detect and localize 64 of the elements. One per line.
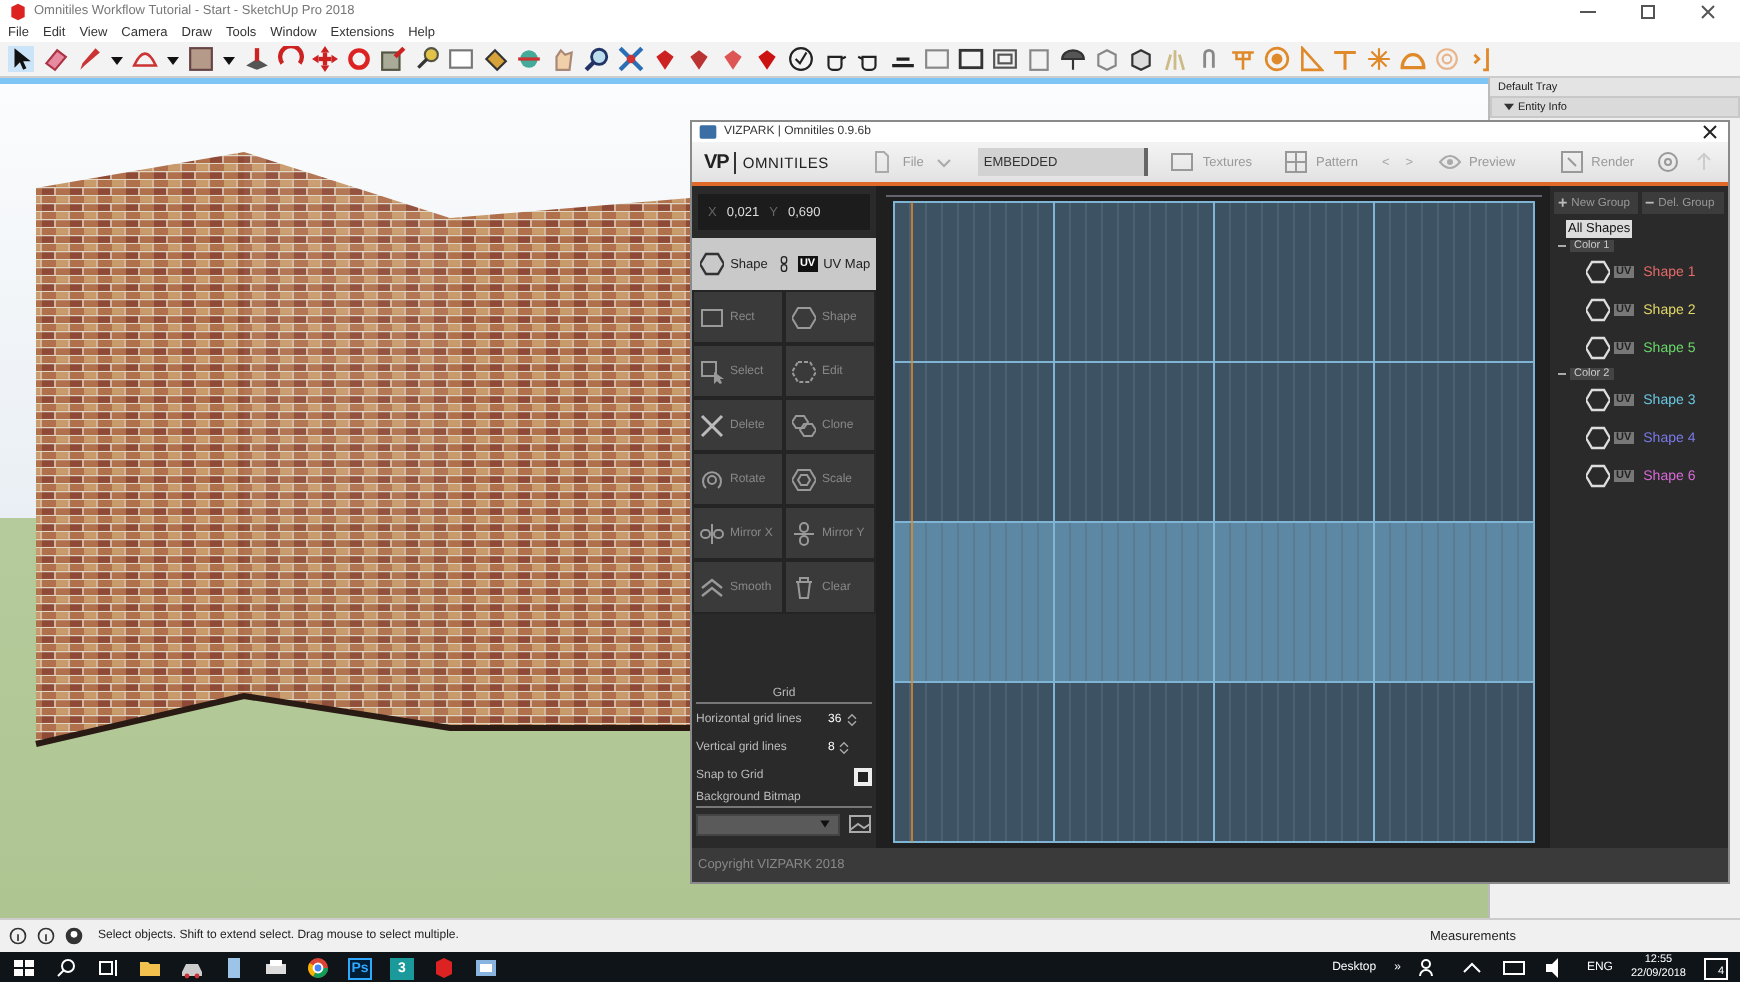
printer-icon[interactable] (264, 956, 288, 980)
search-icon[interactable] (54, 956, 78, 980)
grid-icon (1283, 150, 1308, 174)
gem-icon[interactable] (720, 46, 746, 72)
paint-bucket-icon[interactable] (482, 46, 508, 72)
nested-hexagons-icon (792, 467, 816, 491)
hexagon-icon[interactable] (700, 252, 725, 276)
restore-icon[interactable] (1636, 0, 1660, 23)
sketchup-logo-icon[interactable] (432, 956, 456, 980)
arc-icon[interactable] (132, 46, 158, 72)
selection-cursor-icon (700, 359, 724, 383)
overlapping-hexagons-icon (792, 413, 816, 437)
mirror-vertical-icon (792, 521, 816, 545)
scale-icon[interactable] (380, 46, 406, 72)
network-icon[interactable] (1502, 956, 1527, 980)
app-window-icon (698, 120, 718, 144)
window-icon[interactable] (992, 46, 1018, 72)
windows-logo-icon[interactable] (12, 956, 36, 980)
cross-icon (700, 413, 724, 437)
close-icon[interactable] (1696, 0, 1720, 23)
person-icon[interactable] (64, 924, 84, 948)
eraser-icon[interactable] (42, 46, 68, 72)
spinner-arrows-icon (843, 708, 860, 732)
rectangle-icon (700, 305, 724, 329)
cursor-icon[interactable] (8, 46, 34, 72)
close-icon[interactable] (1698, 120, 1722, 144)
browser-icon[interactable] (306, 956, 330, 980)
gem-icon[interactable] (754, 46, 780, 72)
checkmark-circle-icon[interactable] (788, 46, 814, 72)
snap-checkbox[interactable] (854, 767, 872, 785)
logo-mark: VP (704, 151, 737, 173)
tape-measure-icon[interactable] (414, 46, 440, 72)
document-icon[interactable] (222, 956, 246, 980)
umbrella-icon[interactable] (1060, 46, 1086, 72)
collapse-icon[interactable] (1558, 242, 1566, 250)
image-icon[interactable] (848, 812, 872, 836)
uv-grid-drawing[interactable] (884, 194, 1542, 842)
rectangle-icon[interactable] (188, 46, 214, 72)
document-icon (870, 150, 895, 174)
hexagon-icon (792, 359, 816, 383)
eye-icon (1437, 150, 1462, 174)
mirror-horizontal-icon (700, 521, 724, 545)
info-icon[interactable] (8, 924, 28, 948)
trash-icon (792, 575, 816, 599)
collapse-icon[interactable] (1558, 370, 1566, 378)
hexagon-icon (792, 305, 816, 329)
gem-icon[interactable] (686, 46, 712, 72)
folder-icon[interactable] (138, 956, 162, 980)
task-view-icon[interactable] (96, 956, 120, 980)
window-icon[interactable] (474, 956, 498, 980)
push-pull-icon[interactable] (244, 46, 270, 72)
zoom-extents-icon[interactable] (618, 46, 644, 72)
window-icon[interactable] (958, 46, 984, 72)
image-icon (1170, 150, 1195, 174)
spinner-arrows-icon (836, 736, 853, 760)
info-icon[interactable] (36, 924, 56, 948)
gem-icon[interactable] (652, 46, 678, 72)
double-chevron-icon (700, 575, 724, 599)
rotate-arrow-icon (700, 467, 724, 491)
magnifier-icon[interactable] (584, 46, 610, 72)
sketchup-logo-icon (8, 0, 28, 23)
pencil-icon[interactable] (76, 46, 102, 72)
move-icon[interactable] (312, 46, 338, 72)
link-icon[interactable] (776, 252, 792, 276)
